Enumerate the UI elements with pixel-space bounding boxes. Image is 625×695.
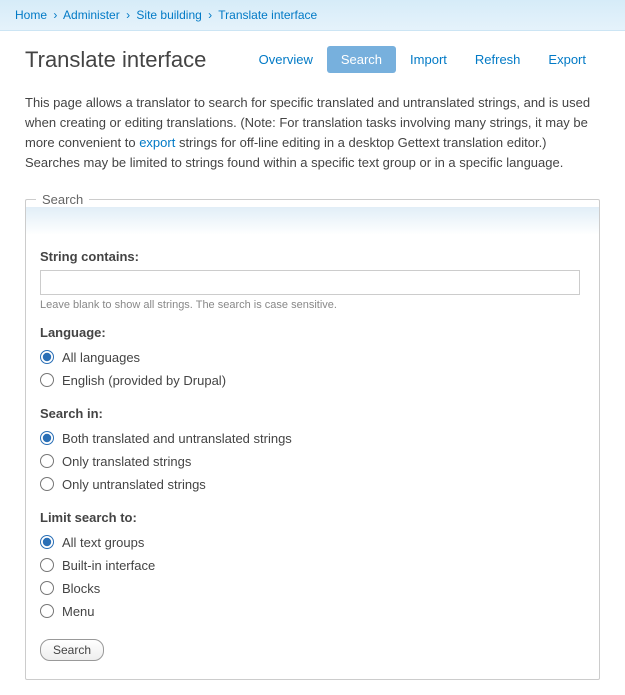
string-contains-hint: Leave blank to show all strings. The sea… bbox=[40, 299, 585, 311]
radio-limit-menu[interactable] bbox=[40, 604, 54, 618]
radio-limit-blocks-label: Blocks bbox=[62, 581, 100, 596]
radio-lang-all-label: All languages bbox=[62, 350, 140, 365]
radio-limit-all-label: All text groups bbox=[62, 535, 144, 550]
string-contains-input[interactable] bbox=[40, 270, 580, 295]
radio-limit-all[interactable] bbox=[40, 535, 54, 549]
tab-overview[interactable]: Overview bbox=[245, 46, 327, 73]
tab-import[interactable]: Import bbox=[396, 46, 461, 73]
radio-lang-all[interactable] bbox=[40, 350, 54, 364]
radio-lang-en-label: English (provided by Drupal) bbox=[62, 373, 226, 388]
radio-limit-blocks[interactable] bbox=[40, 581, 54, 595]
search-button[interactable]: Search bbox=[40, 639, 104, 661]
tab-refresh[interactable]: Refresh bbox=[461, 46, 535, 73]
breadcrumb-home[interactable]: Home bbox=[15, 8, 47, 22]
radio-limit-builtin[interactable] bbox=[40, 558, 54, 572]
limit-label: Limit search to: bbox=[40, 510, 585, 525]
radio-searchin-untranslated-label: Only untranslated strings bbox=[62, 477, 206, 492]
radio-limit-builtin-label: Built-in interface bbox=[62, 558, 155, 573]
breadcrumb-sep: › bbox=[126, 8, 130, 22]
radio-searchin-translated[interactable] bbox=[40, 454, 54, 468]
radio-lang-en[interactable] bbox=[40, 373, 54, 387]
tab-export[interactable]: Export bbox=[534, 46, 600, 73]
tabs: Overview Search Import Refresh Export bbox=[245, 46, 600, 73]
radio-searchin-translated-label: Only translated strings bbox=[62, 454, 191, 469]
page-title: Translate interface bbox=[25, 47, 206, 73]
page-description: This page allows a translator to search … bbox=[25, 93, 600, 174]
breadcrumb-administer[interactable]: Administer bbox=[63, 8, 120, 22]
search-in-label: Search in: bbox=[40, 406, 585, 421]
fieldset-legend: Search bbox=[36, 192, 89, 207]
search-fieldset: Search String contains: Leave blank to s… bbox=[25, 192, 600, 680]
radio-limit-menu-label: Menu bbox=[62, 604, 95, 619]
breadcrumb: Home › Administer › Site building › Tran… bbox=[0, 0, 625, 31]
radio-searchin-both[interactable] bbox=[40, 431, 54, 445]
radio-searchin-untranslated[interactable] bbox=[40, 477, 54, 491]
language-label: Language: bbox=[40, 325, 585, 340]
tab-search[interactable]: Search bbox=[327, 46, 396, 73]
radio-searchin-both-label: Both translated and untranslated strings bbox=[62, 431, 292, 446]
breadcrumb-site-building[interactable]: Site building bbox=[136, 8, 201, 22]
string-contains-label: String contains: bbox=[40, 249, 585, 264]
breadcrumb-translate-interface[interactable]: Translate interface bbox=[218, 8, 317, 22]
breadcrumb-sep: › bbox=[208, 8, 212, 22]
export-link[interactable]: export bbox=[139, 135, 175, 150]
fieldset-gradient bbox=[26, 207, 599, 235]
breadcrumb-sep: › bbox=[53, 8, 57, 22]
